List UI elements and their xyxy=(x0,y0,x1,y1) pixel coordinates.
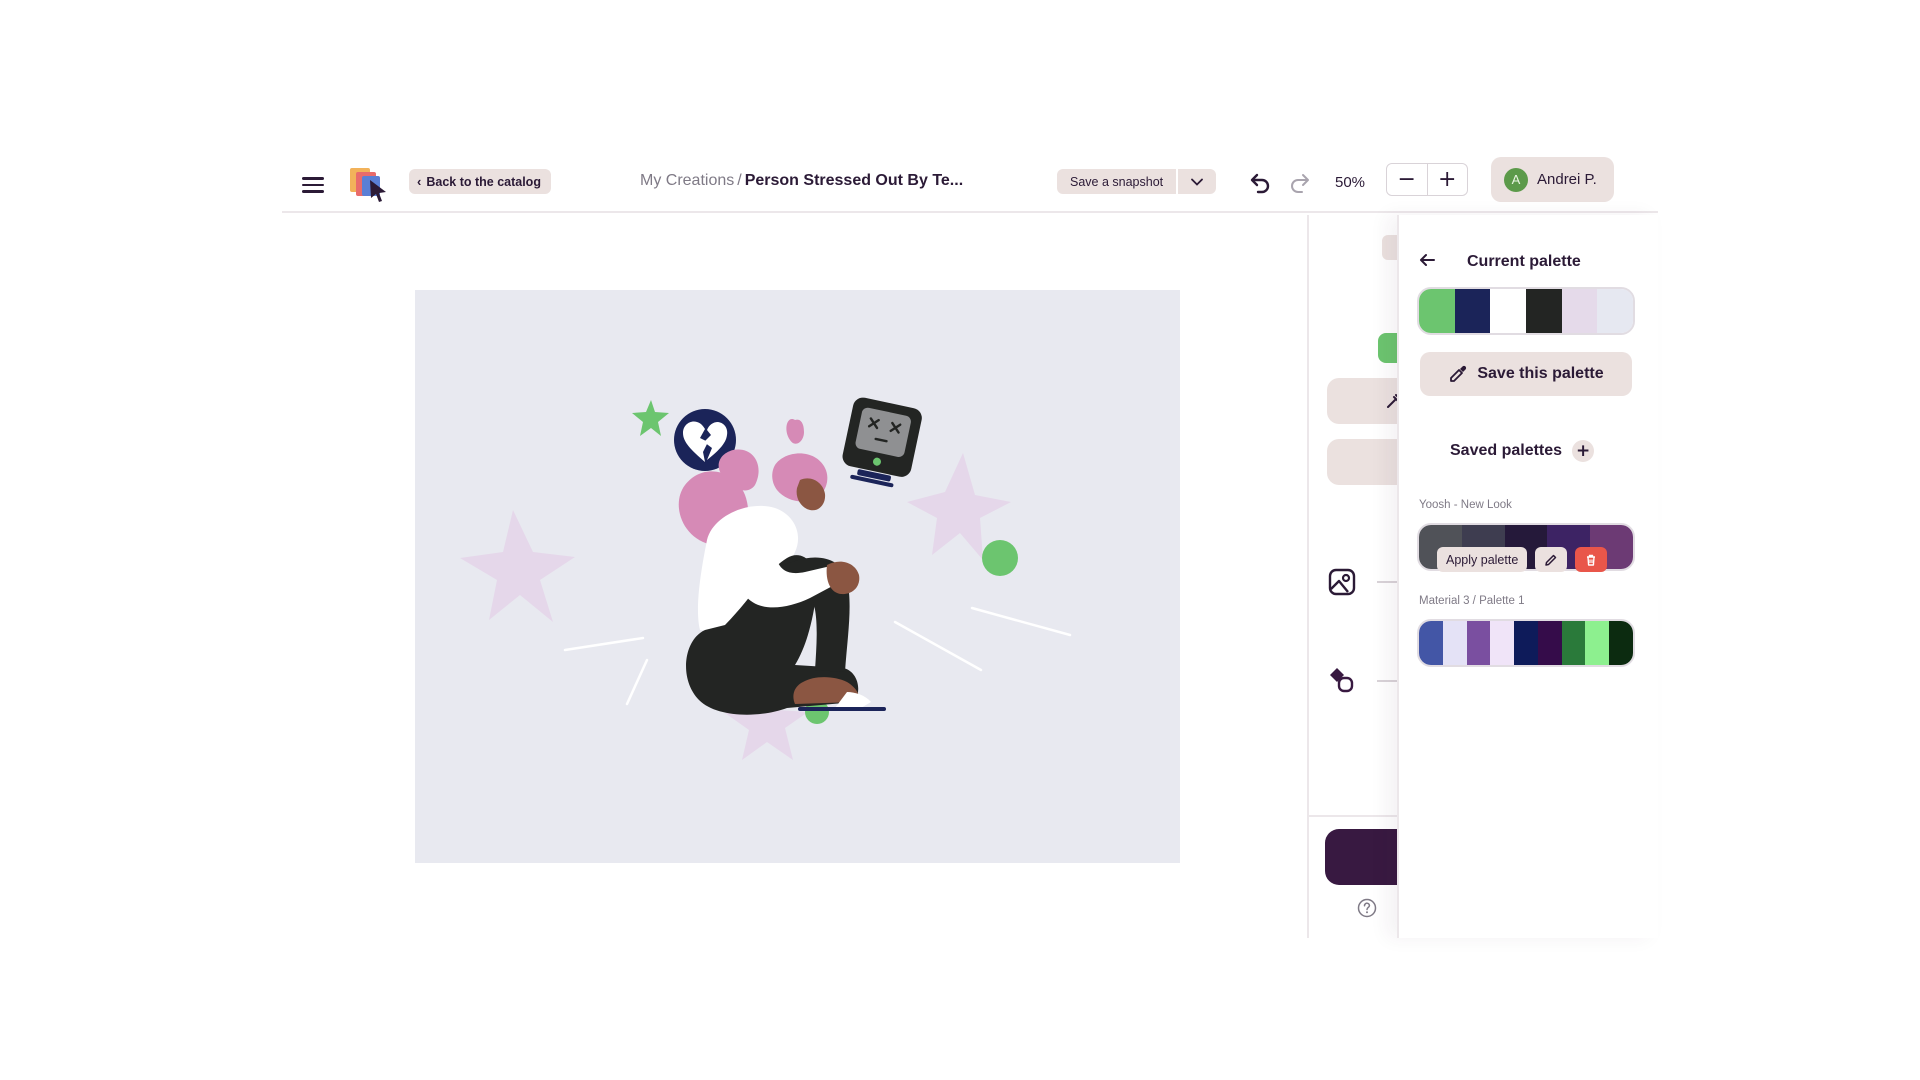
canvas-area[interactable] xyxy=(282,215,1307,938)
user-menu-button[interactable]: A Andrei P. xyxy=(1491,157,1614,202)
color-swatch[interactable] xyxy=(1419,289,1455,333)
color-swatch[interactable] xyxy=(1454,289,1491,333)
color-swatch[interactable] xyxy=(1490,289,1527,333)
divider xyxy=(1377,581,1397,583)
image-icon[interactable] xyxy=(1327,567,1357,597)
breadcrumb-parent[interactable]: My Creations xyxy=(640,172,734,189)
save-palette-button[interactable]: Save this palette xyxy=(1420,352,1632,396)
zoom-control: − + xyxy=(1386,163,1468,196)
color-swatch[interactable] xyxy=(1585,621,1610,665)
saved-palettes-heading: Saved palettes + xyxy=(1450,440,1595,462)
color-swatch[interactable] xyxy=(1514,621,1538,665)
saved-palette-swatches[interactable] xyxy=(1417,619,1635,667)
color-chip[interactable] xyxy=(1378,333,1397,363)
color-swatch[interactable] xyxy=(1597,289,1633,333)
color-swatch[interactable] xyxy=(1609,621,1633,665)
snapshot-control: Save a snapshot xyxy=(1057,169,1217,194)
stressed-person-illustration xyxy=(460,397,1072,760)
panel-title: Current palette xyxy=(1467,253,1581,270)
zoom-out-button[interactable]: − xyxy=(1387,164,1428,195)
chevron-left-icon: ‹ xyxy=(417,174,422,189)
tool-button-secondary[interactable] xyxy=(1327,439,1397,485)
page-title: Person Stressed Out By Te... xyxy=(744,172,964,189)
back-to-catalog-label: Back to the catalog xyxy=(426,174,541,189)
breadcrumb: My Creations / Person Stressed Out By Te..… xyxy=(640,172,963,190)
motion-line xyxy=(625,658,649,706)
panel-divider xyxy=(1309,815,1397,817)
palette-panel: Current palette Save this palette Saved … xyxy=(1397,215,1658,938)
shapes-icon[interactable] xyxy=(1327,665,1357,695)
undo-icon[interactable] xyxy=(1248,170,1274,196)
hair-bun-top xyxy=(786,419,804,444)
saved-palette-name: Material 3 / Palette 1 xyxy=(1419,595,1525,607)
pencil-icon xyxy=(1545,554,1557,566)
tool-panel xyxy=(1307,215,1397,938)
app-logo[interactable] xyxy=(348,162,392,206)
help-icon[interactable] xyxy=(1357,898,1377,918)
saved-palettes-label: Saved palettes xyxy=(1450,442,1563,459)
chevron-down-icon xyxy=(1191,178,1204,186)
avatar: A xyxy=(1504,167,1528,192)
motion-line xyxy=(893,620,983,672)
motion-line xyxy=(970,606,1072,637)
delete-palette-button[interactable] xyxy=(1575,547,1608,572)
app-window: ‹ Back to the catalog My Creations / Perso… xyxy=(282,157,1658,938)
trash-icon xyxy=(1587,554,1596,566)
panel-toggle-chip[interactable] xyxy=(1382,235,1397,260)
snapshot-dropdown-button[interactable] xyxy=(1176,169,1217,194)
divider xyxy=(1377,680,1397,682)
primary-action-button[interactable] xyxy=(1325,829,1397,885)
green-star xyxy=(632,400,669,436)
tool-button[interactable] xyxy=(1327,378,1397,424)
color-swatch[interactable] xyxy=(1466,621,1491,665)
save-snapshot-button[interactable]: Save a snapshot xyxy=(1057,169,1177,194)
color-swatch[interactable] xyxy=(1526,289,1562,333)
eyedropper-icon xyxy=(1450,365,1467,382)
menu-icon[interactable] xyxy=(302,174,324,196)
add-palette-button[interactable]: + xyxy=(1572,440,1595,462)
zoom-in-button[interactable]: + xyxy=(1427,164,1467,195)
top-bar: ‹ Back to the catalog My Creations / Perso… xyxy=(282,157,1658,213)
color-swatch[interactable] xyxy=(1561,289,1598,333)
breadcrumb-separator: / xyxy=(737,172,742,189)
starburst-left xyxy=(460,510,575,622)
save-palette-label: Save this palette xyxy=(1477,365,1604,382)
user-name: Andrei P. xyxy=(1537,171,1597,188)
floor-line xyxy=(798,707,886,711)
color-swatch[interactable] xyxy=(1561,621,1586,665)
arrow-left-icon[interactable] xyxy=(1417,250,1437,270)
color-swatch[interactable] xyxy=(1537,621,1562,665)
color-swatch[interactable] xyxy=(1419,621,1443,665)
back-to-catalog-button[interactable]: ‹ Back to the catalog xyxy=(409,169,551,194)
redo-icon[interactable] xyxy=(1286,170,1312,196)
zoom-level: 50% xyxy=(1335,174,1366,191)
green-dot-right xyxy=(982,540,1018,576)
eyedropper-icon xyxy=(1387,394,1397,408)
current-palette-swatches xyxy=(1417,287,1635,335)
artboard[interactable] xyxy=(415,290,1180,863)
color-swatch[interactable] xyxy=(1442,621,1467,665)
saved-palette-actions: Apply palette xyxy=(1437,547,1608,572)
motion-line xyxy=(563,636,645,652)
broken-monitor xyxy=(842,397,922,488)
apply-palette-button[interactable]: Apply palette xyxy=(1437,547,1528,572)
color-swatch[interactable] xyxy=(1490,621,1515,665)
edit-palette-button[interactable] xyxy=(1535,547,1568,572)
saved-palette-name: Yoosh - New Look xyxy=(1419,499,1512,511)
